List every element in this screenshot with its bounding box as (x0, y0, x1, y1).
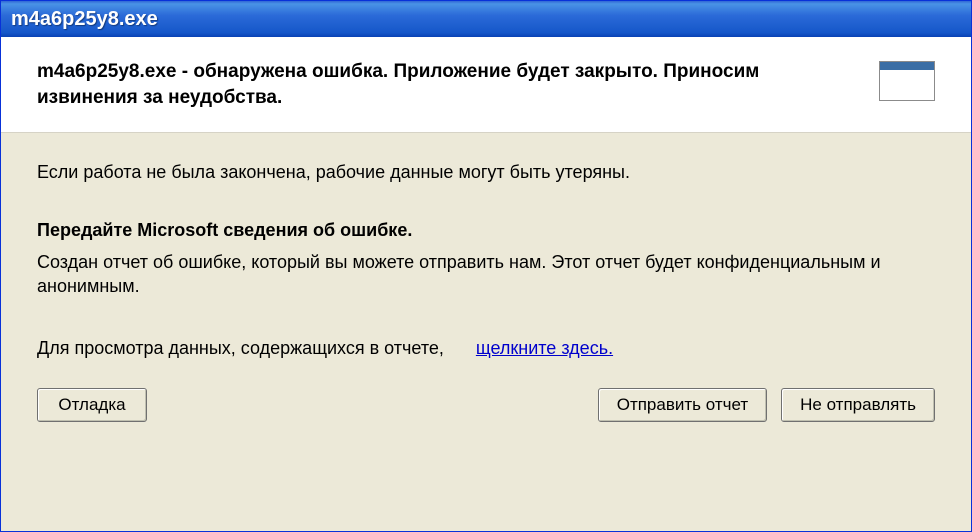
view-report-label: Для просмотра данных, содержащихся в отч… (37, 337, 444, 360)
send-report-button[interactable]: Отправить отчет (598, 388, 767, 422)
body-section: Если работа не была закончена, рабочие д… (1, 133, 971, 531)
view-report-row: Для просмотра данных, содержащихся в отч… (37, 337, 935, 360)
data-loss-warning: Если работа не была закончена, рабочие д… (37, 161, 935, 184)
dont-send-button[interactable]: Не отправлять (781, 388, 935, 422)
report-heading: Передайте Microsoft сведения об ошибке. (37, 219, 935, 242)
buttons-row: Отладка Отправить отчет Не отправлять (37, 388, 935, 422)
view-report-link[interactable]: щелкните здесь. (476, 338, 613, 359)
header-section: m4a6p25y8.exe - обнаружена ошибка. Прило… (1, 37, 971, 133)
debug-button[interactable]: Отладка (37, 388, 147, 422)
report-description: Создан отчет об ошибке, который вы может… (37, 250, 935, 299)
buttons-left: Отладка (37, 388, 147, 422)
titlebar[interactable]: m4a6p25y8.exe (1, 1, 971, 37)
application-window-icon (879, 61, 935, 101)
error-heading: m4a6p25y8.exe - обнаружена ошибка. Прило… (37, 59, 879, 110)
error-dialog-window: m4a6p25y8.exe m4a6p25y8.exe - обнаружена… (0, 0, 972, 532)
buttons-right: Отправить отчет Не отправлять (598, 388, 935, 422)
window-title: m4a6p25y8.exe (11, 8, 158, 31)
